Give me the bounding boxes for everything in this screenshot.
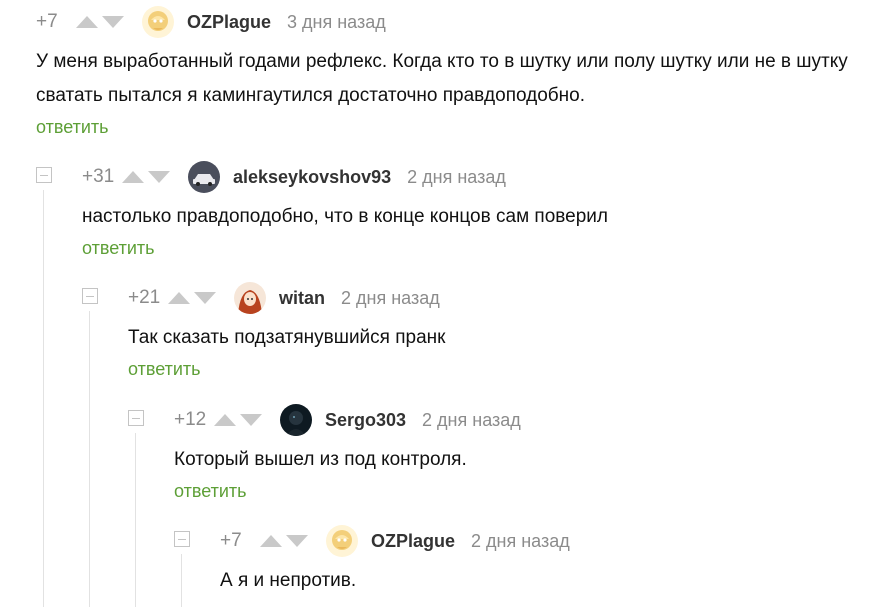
author-name[interactable]: alekseykovshov93 (233, 167, 391, 188)
thread-line-2 (89, 311, 90, 607)
avatar-plague[interactable] (142, 6, 174, 38)
comment-time: 2 дня назад (422, 409, 521, 430)
upvote-icon[interactable] (168, 292, 190, 304)
downvote-icon[interactable] (148, 171, 170, 183)
comment-header: +7 OZPlague 3 дня назад (36, 6, 876, 38)
comment-time: 2 дня назад (407, 166, 506, 187)
rating-value: +7 (220, 530, 242, 551)
reply-link[interactable]: ответить (36, 117, 109, 138)
author-name[interactable]: Sergo303 (325, 410, 406, 431)
comment-time: 3 дня назад (287, 11, 386, 32)
collapse-toggle[interactable] (128, 410, 144, 426)
downvote-icon[interactable] (102, 16, 124, 28)
rating-value: +7 (36, 11, 58, 32)
avatar-car[interactable] (188, 161, 220, 193)
downvote-icon[interactable] (240, 414, 262, 426)
downvote-icon[interactable] (286, 535, 308, 547)
avatar-anime[interactable] (234, 282, 266, 314)
collapse-toggle[interactable] (82, 288, 98, 304)
comment: +31 alekseykovshov93 2 дня назад настоль… (82, 161, 862, 259)
collapse-toggle[interactable] (174, 531, 190, 547)
comment-text: настолько правдоподобно, что в конце кон… (82, 206, 608, 227)
rating-value: +21 (128, 287, 161, 308)
downvote-icon[interactable] (194, 292, 216, 304)
vote-arrows (122, 171, 174, 183)
vote-arrows (260, 535, 312, 547)
comment-header: +21 witan 2 дня назад (128, 282, 868, 314)
vote-arrows (214, 414, 266, 426)
comment-header: +31 alekseykovshov93 2 дня назад (82, 161, 862, 193)
author-name[interactable]: OZPlague (187, 12, 271, 33)
collapse-toggle[interactable] (36, 167, 52, 183)
thread-line-3 (135, 433, 136, 607)
reply-link[interactable]: ответить (82, 238, 155, 259)
comment-time: 2 дня назад (341, 287, 440, 308)
comment-text: У меня выработанный годами рефлекс. Когд… (36, 51, 848, 106)
comment: +12 Sergo303 2 дня назад Который вышел и… (174, 404, 874, 502)
avatar-dark[interactable] (280, 404, 312, 436)
upvote-icon[interactable] (214, 414, 236, 426)
comment-text: Который вышел из под контроля. (174, 449, 467, 470)
comment: +7 OZPlague 3 дня назад У меня выработан… (36, 6, 876, 138)
avatar-plague[interactable] (326, 525, 358, 557)
rating-value: +12 (174, 409, 207, 430)
reply-link[interactable]: ответить (128, 359, 201, 380)
comment-text: А я и непротив. (220, 570, 357, 591)
author-name[interactable]: witan (279, 288, 325, 309)
upvote-icon[interactable] (122, 171, 144, 183)
comment: +21 witan 2 дня назад Так сказать подзат… (128, 282, 868, 380)
comment-time: 2 дня назад (471, 530, 570, 551)
comment-text: Так сказать подзатянувшийся пранк (128, 327, 446, 348)
author-name[interactable]: OZPlague (371, 531, 455, 552)
comment: +7 OZPlague 2 дня назад А я и непротив. (220, 525, 880, 598)
vote-arrows (168, 292, 220, 304)
reply-link[interactable]: ответить (174, 481, 247, 502)
thread-line-4 (181, 554, 182, 607)
upvote-icon[interactable] (260, 535, 282, 547)
rating-value: +31 (82, 166, 115, 187)
comment-header: +12 Sergo303 2 дня назад (174, 404, 874, 436)
vote-arrows (76, 16, 128, 28)
comment-header: +7 OZPlague 2 дня назад (220, 525, 880, 557)
thread-line-1 (43, 190, 44, 607)
upvote-icon[interactable] (76, 16, 98, 28)
